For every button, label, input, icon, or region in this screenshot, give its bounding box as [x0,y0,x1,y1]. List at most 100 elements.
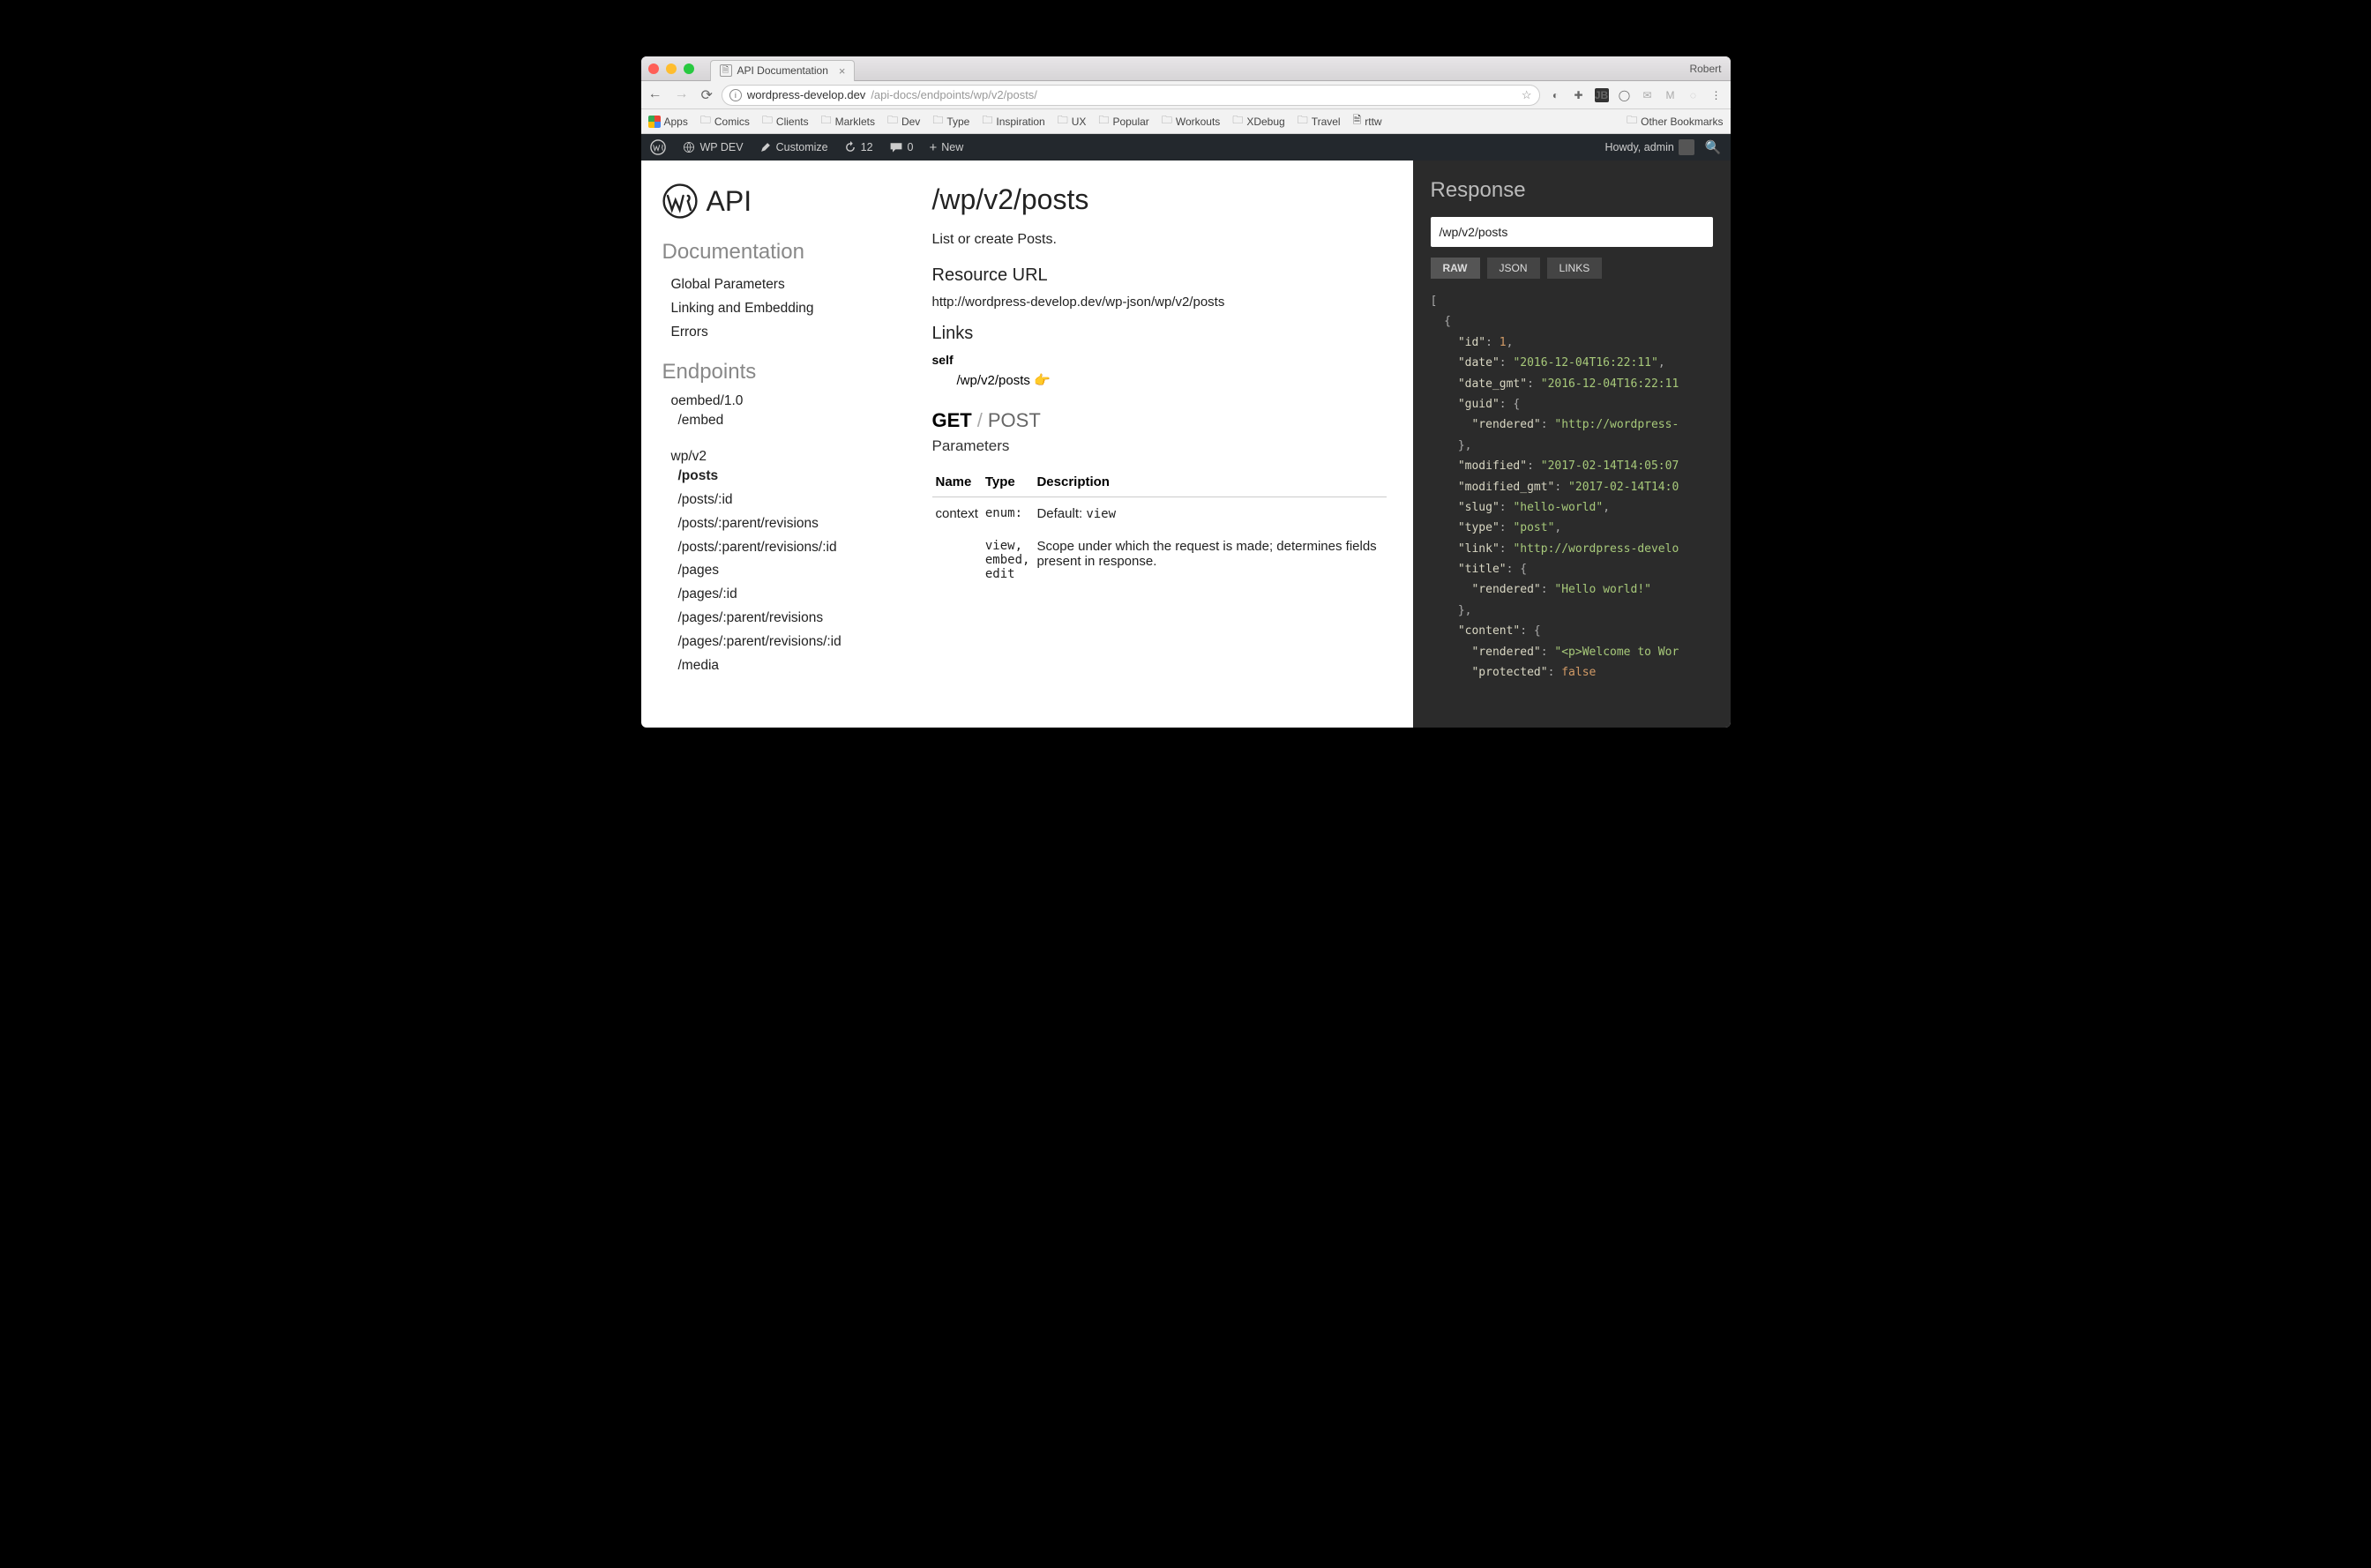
url-bar[interactable]: i wordpress-develop.dev/api-docs/endpoin… [722,85,1540,106]
sidebar-item-posts-id[interactable]: /posts/:id [662,489,885,512]
bookmark-marklets[interactable]: 🗀Marklets [821,112,875,131]
browser-tab[interactable]: 🗎 API Documentation × [710,60,856,81]
param-name: context [932,497,982,531]
tab-links[interactable]: LINKS [1547,258,1603,279]
response-path-input[interactable]: /wp/v2/posts [1431,217,1713,247]
resource-url-heading: Resource URL [932,265,1387,286]
parameters-heading: Parameters [932,437,1387,455]
folder-icon: 🗀 [1162,112,1172,131]
response-tabs: RAW JSON LINKS [1431,258,1713,279]
ext-icon-jb[interactable]: JB [1595,88,1609,102]
search-icon[interactable]: 🔍 [1705,139,1722,155]
back-icon[interactable]: ← [648,86,662,104]
reload-icon[interactable]: ⟳ [701,86,713,104]
tab-close-icon[interactable]: × [839,64,846,78]
close-icon[interactable] [648,63,659,74]
tab-json[interactable]: JSON [1487,258,1540,279]
tab-title: API Documentation [737,64,828,77]
wp-updates[interactable]: 12 [844,141,873,153]
wp-customize[interactable]: Customize [759,141,828,153]
param-type-1: enum: [982,497,1034,531]
folder-icon: 🗀 [1232,112,1243,131]
wp-admin-bar: WP DEV Customize 12 0 +New Howdy, admin … [641,134,1731,161]
bookmarks-bar: Apps 🗀Comics 🗀Clients 🗀Marklets 🗀Dev 🗀Ty… [641,109,1731,134]
th-type: Type [982,467,1034,497]
bookmark-dev[interactable]: 🗀Dev [887,112,920,131]
wp-site-link[interactable]: WP DEV [682,140,744,154]
http-methods: GET/POST [932,409,1387,432]
ext-icon-5[interactable]: ✉ [1641,88,1655,102]
table-row: view,embed,edit Scope under which the re… [932,530,1387,590]
wp-comments[interactable]: 0 [889,140,914,154]
bookmark-travel[interactable]: 🗀Travel [1298,112,1341,131]
minimize-icon[interactable] [666,63,677,74]
endpoints-heading: Endpoints [662,360,885,385]
sidebar-item-global-parameters[interactable]: Global Parameters [662,273,885,297]
folder-icon: 🗀 [821,112,832,131]
avatar [1679,139,1694,155]
bookmark-xdebug[interactable]: 🗀XDebug [1232,112,1284,131]
sidebar-item-posts[interactable]: /posts [662,465,885,489]
sidebar-item-pages-revisions[interactable]: /pages/:parent/revisions [662,607,885,631]
bookmark-type[interactable]: 🗀Type [932,112,969,131]
bookmark-inspiration[interactable]: 🗀Inspiration [982,112,1044,131]
menu-icon[interactable]: ⋮ [1709,88,1724,102]
links-heading: Links [932,324,1387,344]
sidebar-group-oembed[interactable]: oembed/1.0 [662,393,885,409]
sidebar-item-posts-revisions-id[interactable]: /posts/:parent/revisions/:id [662,536,885,560]
link-self-path[interactable]: /wp/v2/posts 👉 [932,372,1387,388]
page-icon: 🗎 [1353,112,1362,131]
tab-raw[interactable]: RAW [1431,258,1480,279]
api-logo: API [662,183,885,219]
maximize-icon[interactable] [684,63,694,74]
table-row: context enum: Default: view [932,497,1387,531]
bookmark-apps[interactable]: Apps [648,116,688,128]
ext-icon-opera[interactable]: ◯ [1618,88,1632,102]
page-content: API Documentation Global Parameters Link… [641,161,1731,728]
browser-window: 🗎 API Documentation × Robert ← → ⟳ i wor… [641,56,1731,728]
folder-icon: 🗀 [982,112,992,131]
wordpress-icon [662,183,698,219]
sidebar-item-pages-revisions-id[interactable]: /pages/:parent/revisions/:id [662,631,885,654]
bookmark-workouts[interactable]: 🗀Workouts [1162,112,1220,131]
sidebar-item-errors[interactable]: Errors [662,321,885,345]
folder-icon: 🗀 [1298,112,1308,131]
response-body: [ { "id": 1, "date": "2016-12-04T16:22:1… [1431,291,1713,683]
th-name: Name [932,467,982,497]
sidebar-item-pages-id[interactable]: /pages/:id [662,583,885,607]
response-heading: Response [1431,178,1713,203]
sidebar-item-pages[interactable]: /pages [662,559,885,583]
other-bookmarks[interactable]: 🗀Other Bookmarks [1627,112,1723,131]
wp-logo[interactable] [650,139,666,155]
bookmark-comics[interactable]: 🗀Comics [700,112,750,131]
th-description: Description [1033,467,1386,497]
folder-icon: 🗀 [1098,112,1109,131]
sidebar-item-linking[interactable]: Linking and Embedding [662,297,885,321]
sidebar-item-media[interactable]: /media [662,654,885,678]
bookmark-ux[interactable]: 🗀UX [1058,112,1087,131]
wp-howdy[interactable]: Howdy, admin [1605,139,1694,155]
method-post[interactable]: POST [988,409,1041,431]
folder-icon: 🗀 [932,112,943,131]
bookmark-rttw[interactable]: 🗎rttw [1353,112,1382,131]
forward-icon[interactable]: → [675,86,689,104]
doc-main: /wp/v2/posts List or create Posts. Resou… [906,161,1413,728]
ext-icon-m[interactable]: M [1664,88,1678,102]
bookmark-popular[interactable]: 🗀Popular [1098,112,1148,131]
folder-icon: 🗀 [700,112,711,131]
sidebar-group-wpv2[interactable]: wp/v2 [662,449,885,465]
sidebar-item-posts-revisions[interactable]: /posts/:parent/revisions [662,512,885,536]
plus-icon: + [930,140,938,155]
ext-icon-1[interactable]: ◐ [1549,88,1563,102]
ext-icon-2[interactable]: ✚ [1572,88,1586,102]
wp-new[interactable]: +New [930,140,964,155]
site-info-icon[interactable]: i [729,89,742,101]
folder-icon: 🗀 [1058,112,1068,131]
ext-icon-7[interactable]: ◌ [1687,88,1701,102]
api-title: API [707,185,752,218]
bookmark-clients[interactable]: 🗀Clients [762,112,809,131]
bookmark-star-icon[interactable]: ☆ [1522,88,1532,102]
profile-label[interactable]: Robert [1689,63,1721,75]
method-get[interactable]: GET [932,409,972,431]
sidebar-item-embed[interactable]: /embed [662,409,885,433]
